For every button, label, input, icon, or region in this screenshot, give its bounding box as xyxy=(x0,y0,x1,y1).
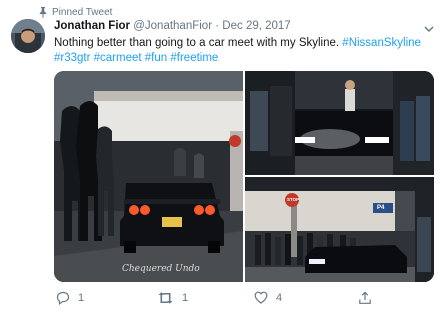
like-count: 4 xyxy=(276,291,283,304)
author-name[interactable]: Jonathan Fior xyxy=(54,20,130,32)
tweet-actions: 1 1 4 xyxy=(56,291,426,309)
pin-icon xyxy=(38,6,48,18)
retweet-count: 1 xyxy=(182,292,189,304)
header-separator: · xyxy=(215,20,220,32)
hashtag-carmeet[interactable]: #carmeet xyxy=(94,52,142,64)
tweet-body: Nothing better than going to a car meet … xyxy=(54,37,340,49)
retweet-icon xyxy=(157,291,174,305)
photo-parking-garage[interactable]: STOP P4 xyxy=(245,177,434,282)
tweet-date[interactable]: Dec 29, 2017 xyxy=(222,20,290,32)
hashtag-r33gtr[interactable]: #r33gtr xyxy=(54,52,90,64)
reply-button[interactable]: 1 xyxy=(56,291,84,305)
hashtag-freetime[interactable]: #freetime xyxy=(170,52,218,64)
tweet-header: Jonathan Fior @JonathanFior · Dec 29, 20… xyxy=(54,20,291,32)
like-button[interactable]: 4 xyxy=(254,291,282,304)
pinned-tweet-label: Pinned Tweet xyxy=(52,6,113,18)
share-icon xyxy=(358,291,372,305)
avatar[interactable] xyxy=(11,19,45,53)
chevron-down-icon[interactable] xyxy=(424,20,434,32)
reply-icon xyxy=(56,291,70,305)
retweet-button[interactable]: 1 xyxy=(157,291,188,305)
photo-watermark: Chequered Undo xyxy=(122,264,200,274)
like-icon xyxy=(254,291,268,304)
hashtag-nissanskyline[interactable]: #NissanSkyline xyxy=(342,37,421,49)
stop-sign-text: STOP xyxy=(287,197,300,202)
media-grid: Chequered Undo STOP P4 xyxy=(54,71,434,282)
author-handle[interactable]: @JonathanFior xyxy=(133,20,212,32)
reply-count: 1 xyxy=(78,292,85,304)
share-button[interactable] xyxy=(358,291,372,305)
hashtag-fun[interactable]: #fun xyxy=(145,52,167,64)
parking-sign-text: P4 xyxy=(377,205,385,211)
photo-car-headlights[interactable] xyxy=(245,71,434,175)
tweet-text: Nothing better than going to a car meet … xyxy=(54,36,434,66)
photo-car-rear[interactable]: Chequered Undo xyxy=(54,71,243,282)
pinned-tweet-indicator: Pinned Tweet xyxy=(38,5,112,19)
